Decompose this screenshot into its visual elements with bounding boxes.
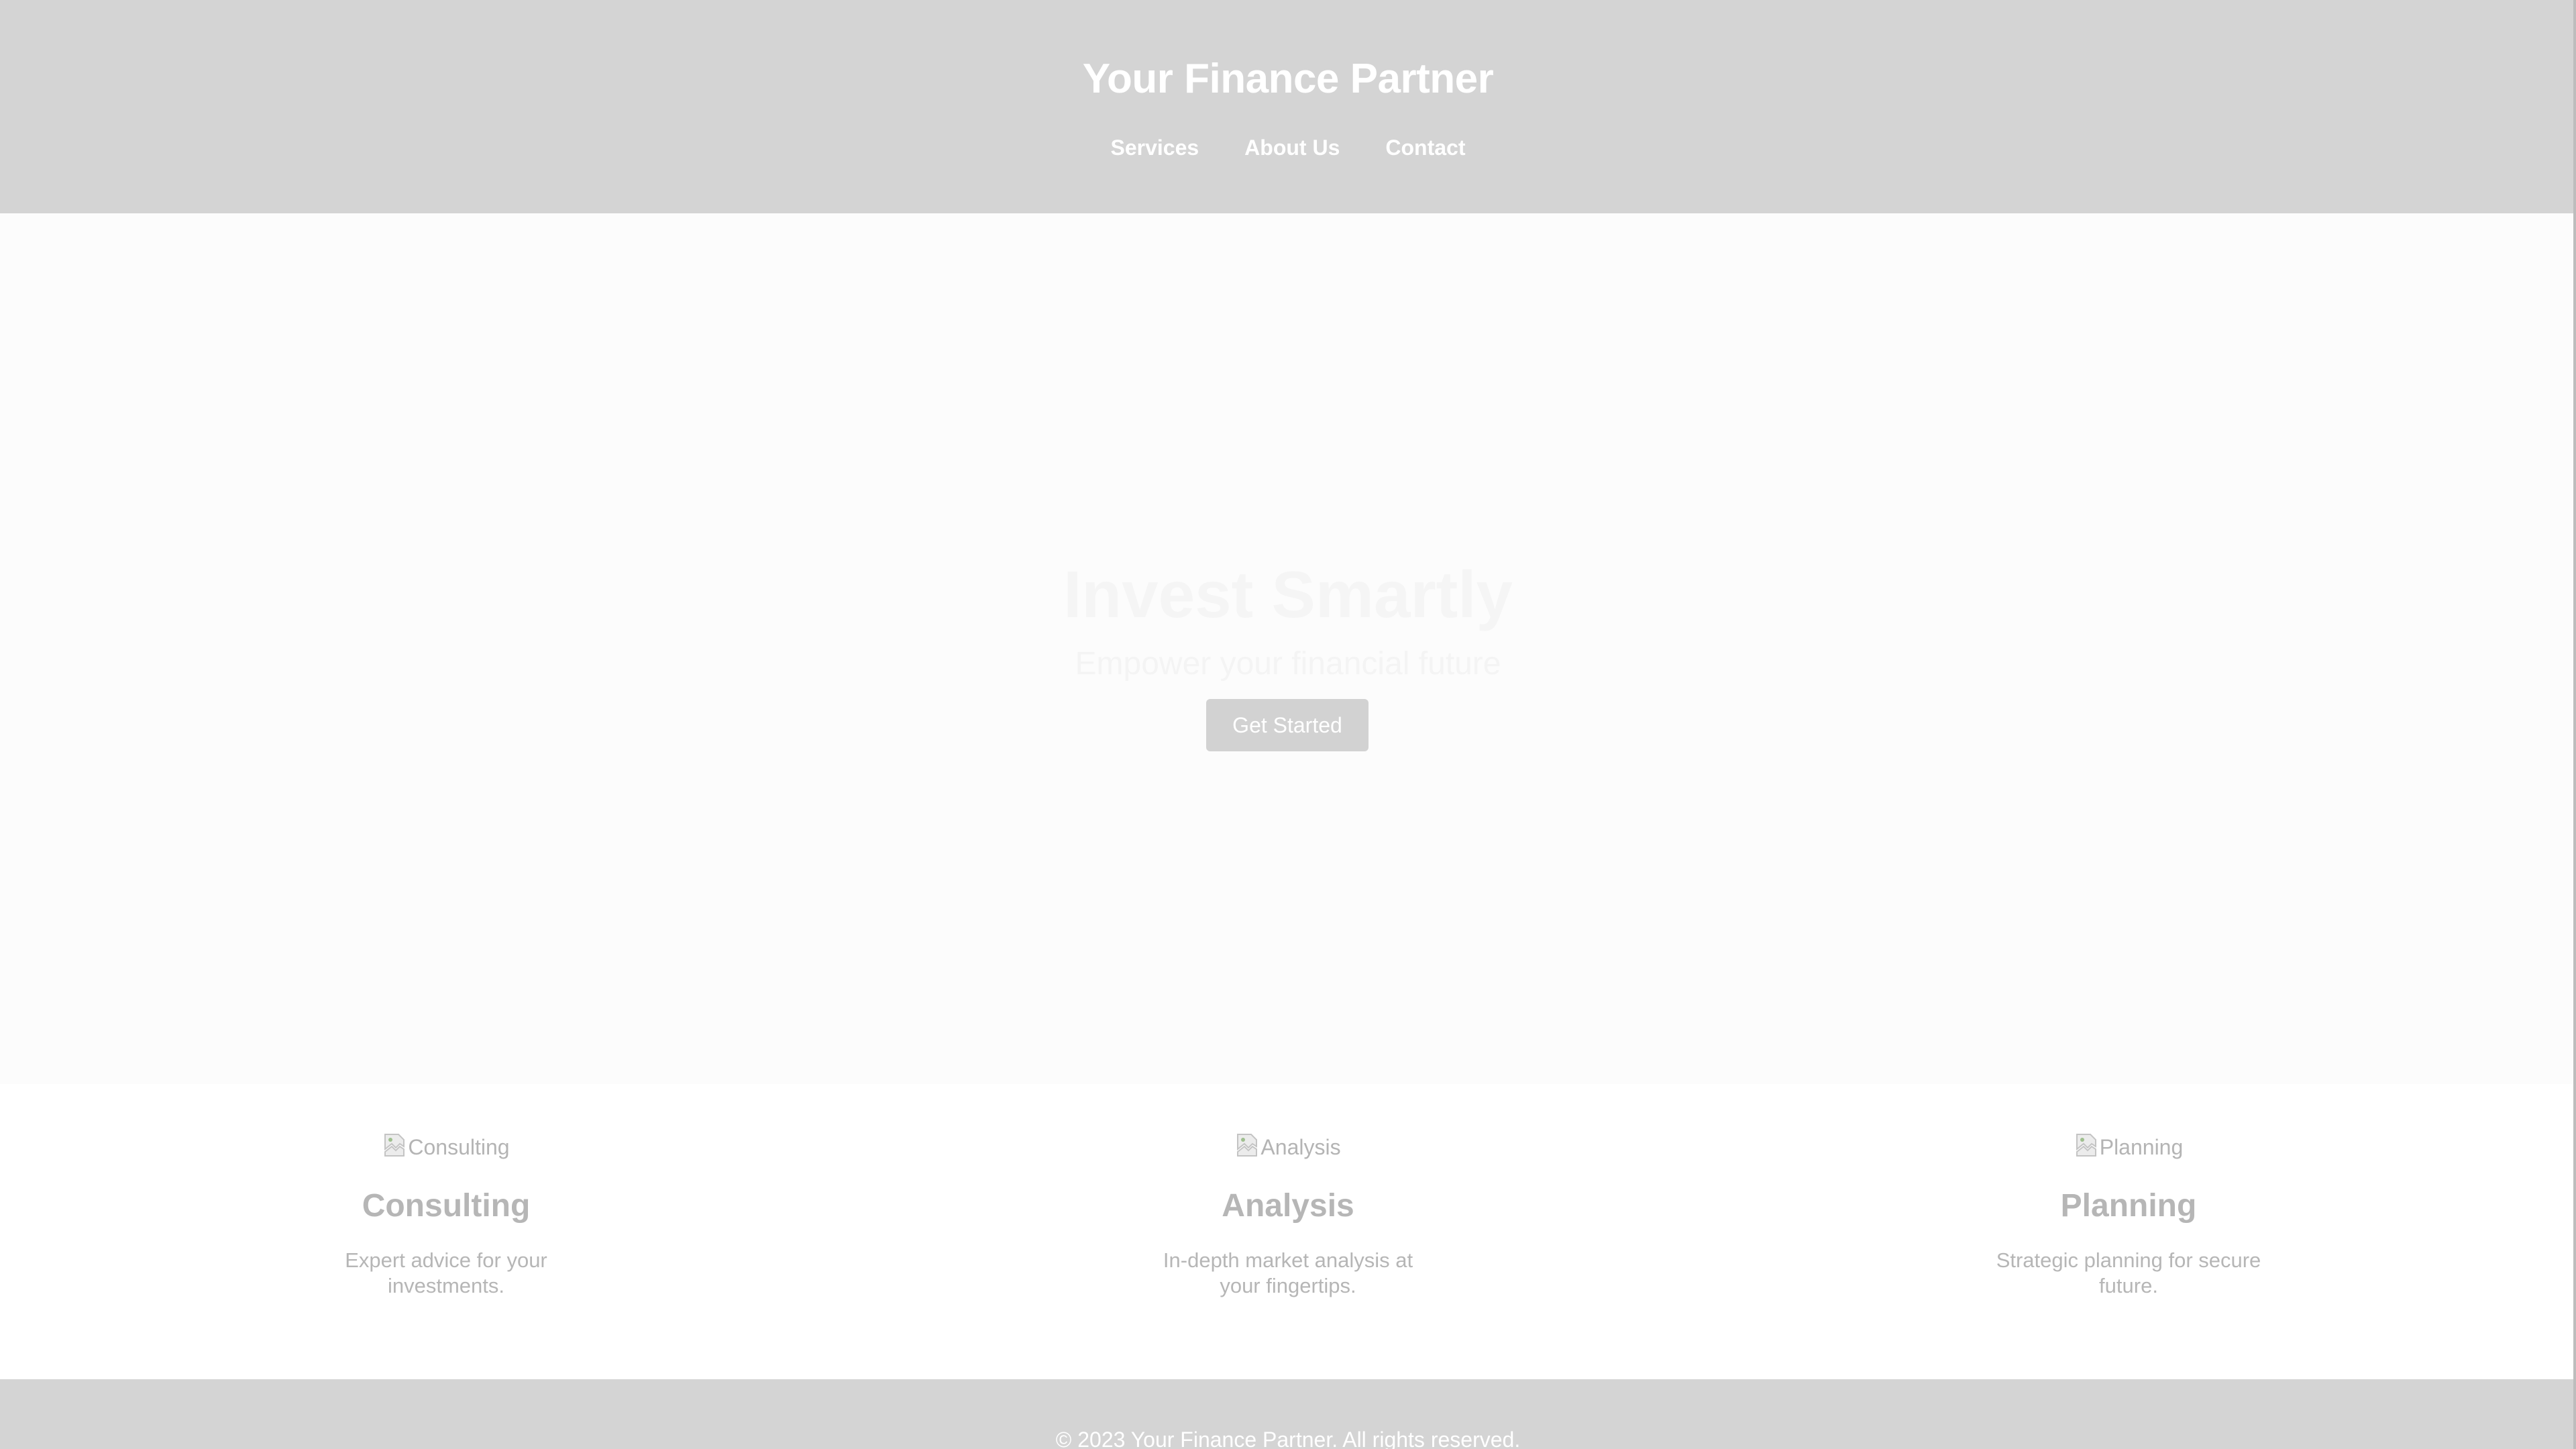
service-image-alt-text: Consulting bbox=[408, 1135, 510, 1159]
nav-link-contact[interactable]: Contact bbox=[1385, 131, 1465, 164]
site-footer: © 2023 Your Finance Partner. All rights … bbox=[0, 1379, 2576, 1449]
scrollbar[interactable] bbox=[2573, 0, 2576, 1449]
service-title: Analysis bbox=[1222, 1188, 1354, 1224]
nav-link-services[interactable]: Services bbox=[1111, 131, 1199, 164]
service-title: Consulting bbox=[362, 1188, 531, 1224]
broken-image-icon bbox=[1235, 1132, 1259, 1159]
site-header: Your Finance Partner Services About Us C… bbox=[0, 0, 2576, 213]
service-image-alt-text: Planning bbox=[2099, 1135, 2184, 1159]
service-description: In-depth market analysis at your fingert… bbox=[1163, 1248, 1413, 1297]
service-card-consulting: Consulting Consulting Expert advice for … bbox=[191, 1084, 701, 1379]
service-image-analysis: Analysis bbox=[1033, 1131, 1543, 1163]
broken-image-icon bbox=[2074, 1132, 2098, 1159]
service-image-consulting: Consulting bbox=[191, 1131, 701, 1163]
service-image-planning: Planning bbox=[1874, 1131, 2383, 1163]
hero-title: Invest Smartly bbox=[1063, 557, 1513, 631]
service-title: Planning bbox=[2060, 1188, 2197, 1224]
broken-image-icon bbox=[382, 1132, 407, 1159]
service-description: Strategic planning for secure future. bbox=[1996, 1248, 2261, 1297]
hero-section: Invest Smartly Empower your financial fu… bbox=[0, 213, 2576, 1084]
footer-copyright: © 2023 Your Finance Partner. All rights … bbox=[1055, 1428, 1521, 1449]
services-section: Consulting Consulting Expert advice for … bbox=[0, 1084, 2576, 1379]
get-started-button[interactable]: Get Started bbox=[1206, 699, 1368, 751]
service-image-alt-text: Analysis bbox=[1260, 1135, 1341, 1159]
site-title: Your Finance Partner bbox=[1082, 56, 1494, 102]
service-card-analysis: Analysis Analysis In-depth market analys… bbox=[1033, 1084, 1543, 1379]
page: Your Finance Partner Services About Us C… bbox=[0, 0, 2576, 1449]
hero-subtitle: Empower your financial future bbox=[1075, 646, 1501, 682]
nav-link-about-us[interactable]: About Us bbox=[1244, 131, 1340, 164]
main-nav: Services About Us Contact bbox=[0, 131, 2576, 164]
service-description: Expert advice for your investments. bbox=[345, 1248, 547, 1297]
service-card-planning: Planning Planning Strategic planning for… bbox=[1874, 1084, 2383, 1379]
